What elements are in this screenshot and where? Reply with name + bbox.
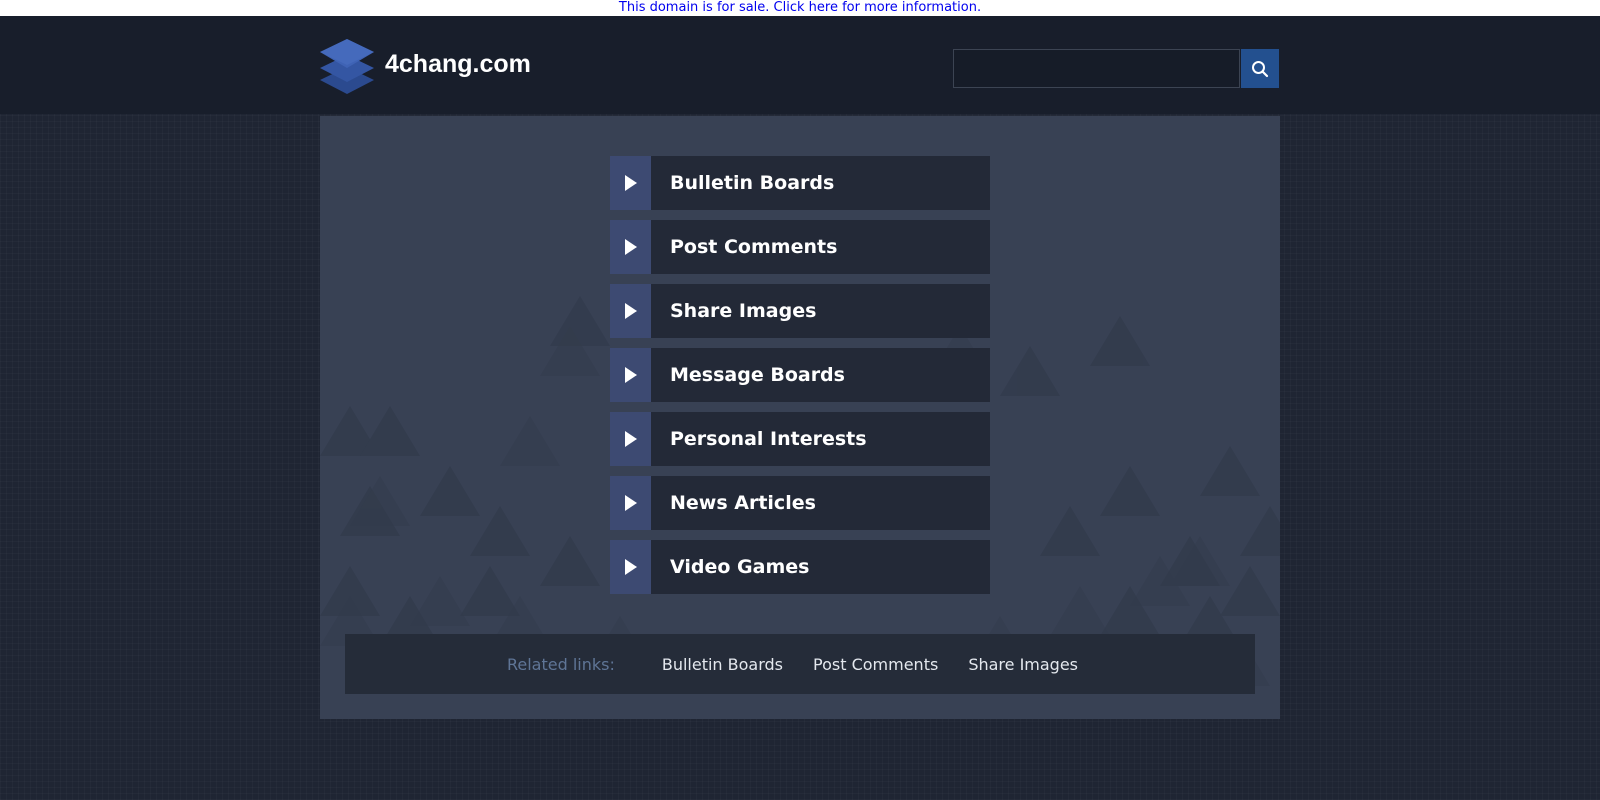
related-links-bar: Related links: Bulletin Boards Post Comm… [345, 634, 1255, 694]
menu-item-label: Post Comments [670, 236, 838, 258]
menu-item-label: Share Images [670, 300, 817, 322]
related-link-post-comments[interactable]: Post Comments [813, 655, 938, 674]
play-arrow-icon [624, 303, 637, 319]
search-button[interactable] [1241, 49, 1279, 88]
domain-sale-banner: This domain is for sale. Click here for … [0, 0, 1600, 16]
play-arrow-icon [624, 367, 637, 383]
menu-item-label: News Articles [670, 492, 816, 514]
play-arrow-icon [624, 239, 637, 255]
menu-item-message-boards[interactable]: Message Boards [610, 348, 990, 402]
play-arrow-icon [624, 431, 637, 447]
search-icon [1252, 60, 1269, 77]
menu-item-bulletin-boards[interactable]: Bulletin Boards [610, 156, 990, 210]
site-header: 4chang.com [0, 16, 1600, 114]
related-links-title: Related links: [506, 654, 615, 674]
menu-item-label: Personal Interests [670, 428, 867, 450]
main-panel: Bulletin Boards Post Comments Share Imag… [320, 116, 1280, 719]
play-arrow-icon [624, 559, 637, 575]
menu-item-label: Message Boards [670, 364, 845, 386]
menu-item-news-articles[interactable]: News Articles [610, 476, 990, 530]
menu-item-share-images[interactable]: Share Images [610, 284, 990, 338]
stacked-layers-icon[interactable] [318, 36, 376, 96]
related-link-bulletin-boards[interactable]: Bulletin Boards [662, 655, 783, 674]
search-input[interactable] [953, 49, 1240, 88]
play-arrow-icon [624, 495, 637, 511]
menu-item-personal-interests[interactable]: Personal Interests [610, 412, 990, 466]
menu-item-label: Video Games [670, 556, 810, 578]
topics-menu: Bulletin Boards Post Comments Share Imag… [610, 156, 990, 604]
menu-item-video-games[interactable]: Video Games [610, 540, 990, 594]
domain-sale-link[interactable]: This domain is for sale. Click here for … [619, 0, 981, 15]
play-arrow-icon [624, 175, 637, 191]
site-name[interactable]: 4chang.com [385, 50, 531, 79]
related-link-share-images[interactable]: Share Images [968, 655, 1078, 674]
menu-item-label: Bulletin Boards [670, 172, 835, 194]
menu-item-post-comments[interactable]: Post Comments [610, 220, 990, 274]
